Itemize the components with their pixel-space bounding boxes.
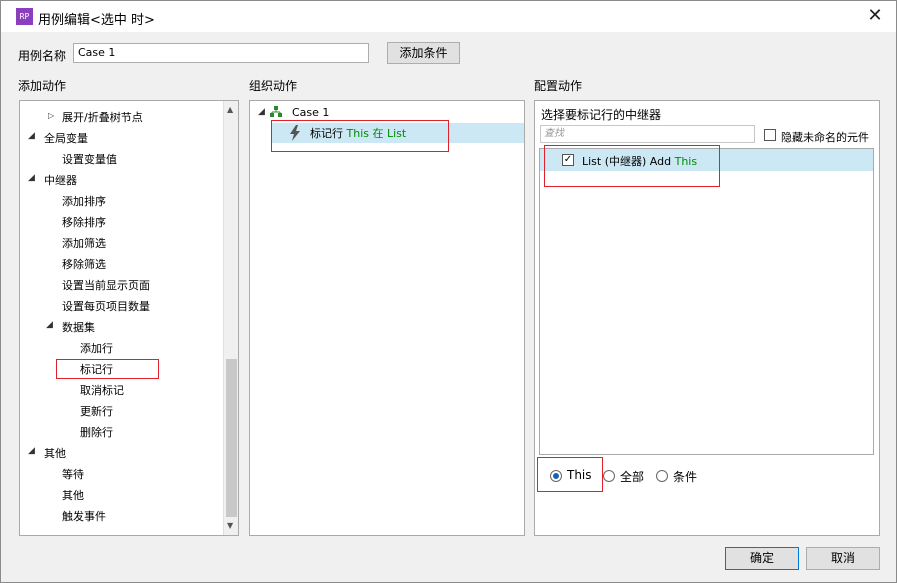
scrollbar-thumb[interactable] [226, 359, 237, 517]
case-editor-dialog: RP 用例编辑<选中 时> ✕ 用例名称 添加条件 添加动作 组织动作 配置动作… [0, 0, 897, 583]
action-this: This [346, 127, 369, 140]
tree-item-add-sort[interactable]: 添加排序 [62, 193, 106, 209]
tree-item-unmark-row[interactable]: 取消标记 [80, 382, 124, 398]
tree-item-set-items-per-page[interactable]: 设置每页项目数量 [62, 298, 150, 314]
repeater-item[interactable]: List (中继器) Add This [582, 153, 697, 169]
add-action-heading: 添加动作 [18, 79, 67, 93]
tree-item-other[interactable]: 其他 [62, 487, 84, 503]
scroll-down-icon[interactable]: ▼ [227, 521, 233, 530]
hide-unnamed-checkbox[interactable] [764, 129, 776, 141]
tree-item-dataset[interactable]: 数据集 [62, 319, 95, 335]
collapsed-triangle-icon[interactable]: ▷ [48, 111, 54, 120]
tree-item-mark-row[interactable]: 标记行 [80, 361, 113, 377]
action-in: 在 [372, 127, 384, 140]
tree-item-set-page[interactable]: 设置当前显示页面 [62, 277, 150, 293]
tree-item-add-filter[interactable]: 添加筛选 [62, 235, 106, 251]
dialog-title: 用例编辑<选中 时> [38, 13, 155, 28]
action-tree-panel: ▷ 展开/折叠树节点 ◢ 全局变量 设置变量值 ◢ 中继器 添加排序 移除排序 … [19, 100, 239, 536]
tree-item-repeater[interactable]: 中继器 [44, 172, 77, 188]
tree-item-global-vars[interactable]: 全局变量 [44, 130, 88, 146]
cancel-button[interactable]: 取消 [806, 547, 880, 570]
organize-action-heading: 组织动作 [249, 79, 298, 93]
repeater-list: ✓ List (中继器) Add This [539, 145, 874, 455]
tree-item-fire-event[interactable]: 触发事件 [62, 508, 106, 524]
search-input[interactable]: 查找 [540, 125, 755, 143]
hide-unnamed-label: 隐藏未命名的元件 [781, 131, 869, 144]
configure-panel: 选择要标记行的中继器 查找 隐藏未命名的元件 ✓ List (中继器) Add … [534, 100, 880, 536]
expanded-triangle-icon[interactable]: ◢ [258, 107, 265, 117]
tree-item-update-row[interactable]: 更新行 [80, 403, 113, 419]
expanded-triangle-icon[interactable]: ◢ [28, 131, 35, 141]
configure-action-heading: 配置动作 [534, 79, 583, 93]
tree-scrollbar[interactable]: ▲ ▼ [223, 101, 238, 535]
scroll-up-icon[interactable]: ▲ [227, 105, 233, 114]
tree-item-delete-row[interactable]: 删除行 [80, 424, 113, 440]
organize-panel: ◢ Case 1 标记行 This 在 List [249, 100, 525, 536]
case-name-input[interactable] [73, 43, 369, 63]
ok-button[interactable]: 确定 [725, 547, 799, 570]
action-target: List [386, 127, 407, 140]
all-option-label: 全部 [620, 470, 645, 484]
repeater-checkbox-checked[interactable]: ✓ [562, 154, 574, 166]
repeater-this: This [674, 155, 698, 168]
expanded-triangle-icon[interactable]: ◢ [28, 446, 35, 456]
condition-option-label: 条件 [673, 470, 698, 484]
this-radio[interactable] [550, 470, 562, 482]
expanded-triangle-icon[interactable]: ◢ [28, 173, 35, 183]
action-item-mark-row[interactable]: 标记行 This 在 List [310, 125, 406, 141]
repeater-name: List (中继器) Add [582, 155, 672, 168]
tree-item-other-group[interactable]: 其他 [44, 445, 66, 461]
lightning-icon [288, 125, 302, 141]
all-radio[interactable] [603, 470, 615, 482]
action-verb: 标记行 [310, 127, 343, 140]
tree-item-add-row[interactable]: 添加行 [80, 340, 113, 356]
condition-radio[interactable] [656, 470, 668, 482]
configure-heading: 选择要标记行的中继器 [541, 108, 662, 122]
tree-item-toggle-node[interactable]: 展开/折叠树节点 [62, 109, 143, 125]
title-bar: RP 用例编辑<选中 时> ✕ [1, 1, 896, 32]
rp-app-icon: RP [16, 8, 33, 25]
expanded-triangle-icon[interactable]: ◢ [46, 320, 53, 330]
case-item-label[interactable]: Case 1 [292, 106, 329, 119]
tree-item-set-var[interactable]: 设置变量值 [62, 151, 117, 167]
tree-item-remove-sort[interactable]: 移除排序 [62, 214, 106, 230]
close-icon[interactable]: ✕ [864, 5, 886, 27]
this-option-label: This [567, 468, 592, 482]
case-tree-icon [270, 106, 282, 118]
add-condition-button[interactable]: 添加条件 [387, 42, 460, 64]
tree-item-remove-filter[interactable]: 移除筛选 [62, 256, 106, 272]
case-name-label: 用例名称 [18, 49, 67, 63]
tree-item-wait[interactable]: 等待 [62, 466, 84, 482]
